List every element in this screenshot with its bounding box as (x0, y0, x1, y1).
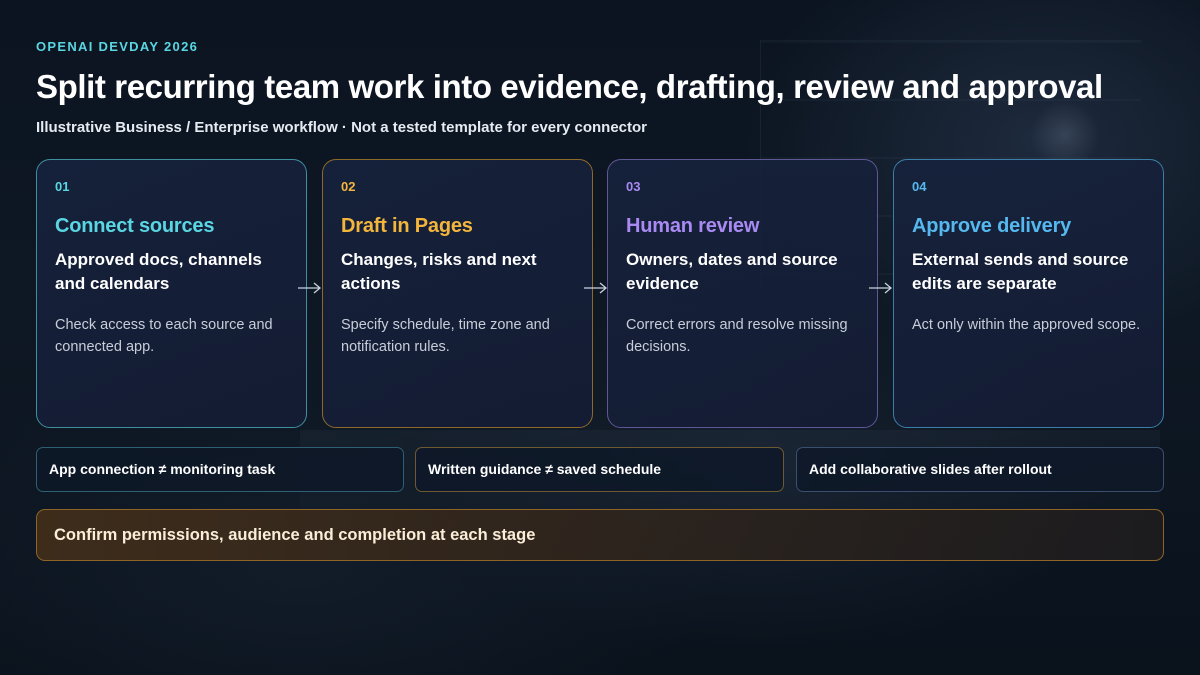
step-card-connect-sources: 01 Connect sources Approved docs, channe… (36, 159, 307, 428)
step-number: 04 (912, 179, 927, 194)
step-title: Human review (626, 215, 760, 237)
step-description: Correct errors and resolve missing decis… (626, 317, 848, 355)
slide-title: Split recurring team work into evidence,… (36, 68, 1103, 105)
step-card-human-review: 03 Human review Owners, dates and source… (607, 159, 878, 428)
slide-subtitle: Illustrative Business / Enterprise workf… (36, 119, 648, 136)
step-description: Check access to each source and connecte… (55, 317, 273, 355)
confirmation-banner: Confirm permissions, audience and comple… (36, 509, 1164, 561)
step-title: Connect sources (55, 215, 215, 237)
step-heading: Approved docs, channels and calendars (55, 250, 262, 293)
step-title: Approve delivery (912, 215, 1072, 237)
step-title: Draft in Pages (341, 215, 473, 237)
step-heading: External sends and source edits are sepa… (912, 250, 1129, 293)
note-app-connection: App connection ≠ monitoring task (36, 447, 404, 492)
step-card-approve-delivery: 04 Approve delivery External sends and s… (893, 159, 1164, 428)
note-written-guidance: Written guidance ≠ saved schedule (415, 447, 784, 492)
right-arrow-icon (584, 282, 608, 294)
step-number: 02 (341, 179, 356, 194)
event-kicker: OPENAI DEVDAY 2026 (36, 39, 199, 54)
step-description: Act only within the approved scope. (912, 317, 1141, 333)
step-heading: Owners, dates and source evidence (626, 250, 838, 293)
step-number: 01 (55, 179, 70, 194)
step-heading: Changes, risks and next actions (341, 250, 537, 293)
right-arrow-icon (869, 282, 893, 294)
slide-header: OPENAI DEVDAY 2026 Split recurring team … (36, 38, 1166, 137)
step-number: 03 (626, 179, 641, 194)
right-arrow-icon (298, 282, 322, 294)
step-description: Specify schedule, time zone and notifica… (341, 317, 550, 355)
step-card-draft-in-pages: 02 Draft in Pages Changes, risks and nex… (322, 159, 593, 428)
note-collaborative-slides: Add collaborative slides after rollout (796, 447, 1164, 492)
